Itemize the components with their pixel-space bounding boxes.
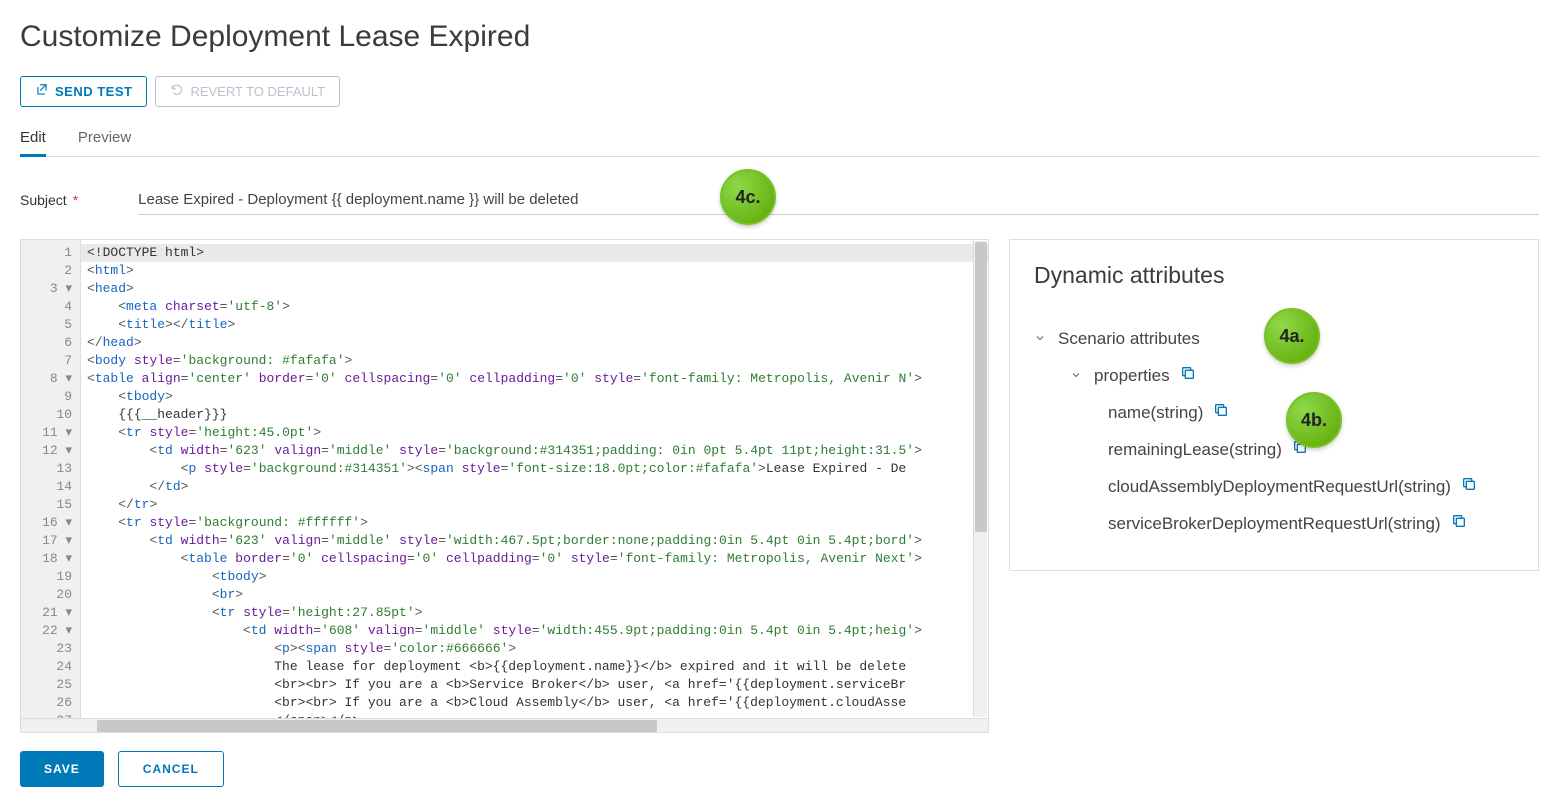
toolbar: SEND TEST REVERT TO DEFAULT [20, 76, 1539, 107]
cancel-button[interactable]: CANCEL [118, 751, 224, 787]
save-button[interactable]: SAVE [20, 751, 104, 787]
page-title: Customize Deployment Lease Expired [20, 20, 1539, 54]
attr-remaining-lease-label: remainingLease(string) [1108, 440, 1282, 460]
attr-remaining-lease[interactable]: remainingLease(string) [1034, 431, 1514, 468]
revert-icon [170, 83, 184, 100]
editor-gutter: 123 ▾45678 ▾91011 ▾12 ▾13141516 ▾17 ▾18 … [21, 240, 81, 718]
callout-4b: 4b. [1286, 392, 1342, 448]
footer-actions: SAVE CANCEL [20, 751, 1539, 787]
panel-title: Dynamic attributes [1034, 262, 1514, 289]
subject-label-text: Subject [20, 192, 67, 208]
copy-icon[interactable] [1461, 476, 1477, 497]
attr-cloud-assembly-url[interactable]: cloudAssemblyDeploymentRequestUrl(string… [1034, 468, 1514, 505]
properties-node[interactable]: properties [1034, 357, 1514, 394]
code-editor[interactable]: 123 ▾45678 ▾91011 ▾12 ▾13141516 ▾17 ▾18 … [20, 239, 989, 733]
dynamic-attributes-panel: 4a. 4b. Dynamic attributes Scenario attr… [1009, 239, 1539, 571]
send-icon [35, 83, 49, 100]
attr-cloud-assembly-url-label: cloudAssemblyDeploymentRequestUrl(string… [1108, 477, 1451, 497]
properties-label: properties [1094, 366, 1170, 386]
revert-label: REVERT TO DEFAULT [190, 84, 325, 99]
attr-service-broker-url[interactable]: serviceBrokerDeploymentRequestUrl(string… [1034, 505, 1514, 542]
chevron-down-icon [1070, 366, 1084, 386]
scenario-attributes-label: Scenario attributes [1058, 329, 1200, 349]
code-body[interactable]: <!DOCTYPE html><html><head> <meta charse… [81, 240, 988, 718]
copy-icon[interactable] [1180, 365, 1196, 386]
subject-row: Subject* 4c. [20, 185, 1539, 215]
send-test-label: SEND TEST [55, 84, 132, 99]
send-test-button[interactable]: SEND TEST [20, 76, 147, 107]
callout-4a: 4a. [1264, 308, 1320, 364]
callout-4c: 4c. [720, 169, 776, 225]
tabs: Edit Preview [20, 121, 1539, 157]
tab-edit[interactable]: Edit [20, 121, 46, 157]
tab-preview[interactable]: Preview [78, 121, 131, 156]
copy-icon[interactable] [1451, 513, 1467, 534]
horizontal-scrollbar[interactable] [21, 718, 988, 732]
subject-label: Subject * [20, 192, 78, 208]
chevron-down-icon [1034, 329, 1048, 349]
attr-name-label: name(string) [1108, 403, 1203, 423]
required-star: * [73, 192, 78, 208]
subject-input[interactable] [138, 185, 1539, 215]
copy-icon[interactable] [1213, 402, 1229, 423]
attr-name[interactable]: name(string) [1034, 394, 1514, 431]
revert-button: REVERT TO DEFAULT [155, 76, 340, 107]
attr-service-broker-url-label: serviceBrokerDeploymentRequestUrl(string… [1108, 514, 1441, 534]
vertical-scrollbar[interactable] [973, 241, 987, 717]
